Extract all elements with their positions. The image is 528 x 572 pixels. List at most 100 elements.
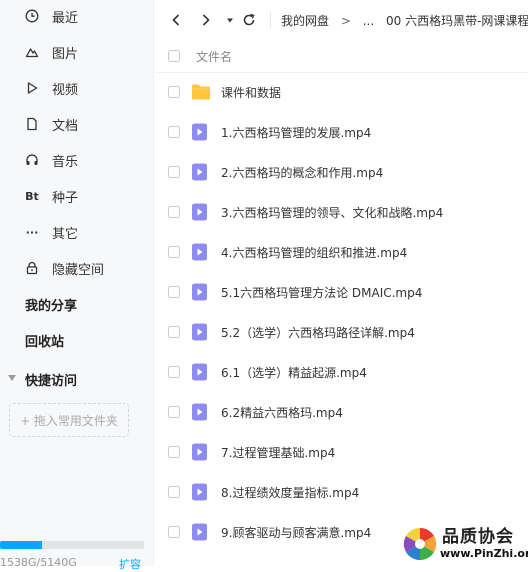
file-name[interactable]: 2.六西格玛的概念和作用.mp4 [221, 164, 383, 181]
sidebar-item-torrents[interactable]: Bt 种子 [0, 178, 154, 214]
file-name[interactable]: 9.顾客驱动与顾客满意.mp4 [221, 524, 371, 541]
file-browser: 我的网盘 > ... 00 六西格玛黑带-网课课程（6 文件名 课件和数据 1.六… [155, 0, 528, 566]
breadcrumb: 我的网盘 > ... 00 六西格玛黑带-网课课程（6 [281, 12, 528, 29]
video-file-icon [191, 363, 211, 381]
row-checkbox[interactable] [168, 486, 180, 498]
sidebar-item-label: 隐藏空间 [52, 262, 105, 278]
sidebar-item-my-share[interactable]: 我的分享 [0, 286, 154, 322]
image-icon [24, 44, 40, 60]
select-all-checkbox[interactable] [168, 50, 180, 62]
sidebar-item-label: 种子 [52, 190, 79, 206]
file-row[interactable]: 5.1六西格玛管理方法论 DMAIC.mp4 [155, 272, 528, 312]
file-row[interactable]: 3.六西格玛管理的领导、文化和战略.mp4 [155, 192, 528, 232]
breadcrumb-ellipsis[interactable]: ... [363, 14, 374, 28]
file-row[interactable]: 5.2（选学）六西格玛路径详解.mp4 [155, 312, 528, 352]
watermark-logo [403, 527, 437, 561]
file-row[interactable]: 8.过程绩效度量指标.mp4 [155, 472, 528, 512]
row-checkbox[interactable] [168, 126, 180, 138]
forward-button[interactable] [197, 11, 215, 29]
storage-fill [0, 541, 42, 549]
video-file-icon [191, 163, 211, 181]
folder-row[interactable]: 课件和数据 [155, 72, 528, 112]
watermark-title: 品质协会 [442, 527, 514, 547]
sidebar-item-label: 我的分享 [25, 298, 78, 314]
refresh-icon[interactable] [240, 11, 258, 29]
sidebar-item-label: 图片 [52, 46, 79, 62]
file-name[interactable]: 7.过程管理基础.mp4 [221, 444, 335, 461]
video-file-icon [191, 203, 211, 221]
video-file-icon [191, 443, 211, 461]
sidebar-item-videos[interactable]: 视频 [0, 70, 154, 106]
file-name[interactable]: 8.过程绩效度量指标.mp4 [221, 484, 359, 501]
sidebar-item-images[interactable]: 图片 [0, 34, 154, 70]
video-file-icon [191, 483, 211, 501]
row-checkbox[interactable] [168, 86, 180, 98]
video-file-icon [191, 403, 211, 421]
storage-usage: 1538G/5140G [0, 556, 77, 569]
folder-icon [191, 83, 211, 101]
row-checkbox[interactable] [168, 246, 180, 258]
quick-access-header[interactable]: 快捷访问 [0, 366, 154, 392]
sidebar-item-other[interactable]: ··· 其它 [0, 214, 154, 250]
quick-access-drop-zone[interactable]: + 拖入常用文件夹 [9, 403, 129, 437]
sidebar-item-label: 文档 [52, 118, 79, 134]
sidebar-item-recent[interactable]: 最近 [0, 0, 154, 34]
file-name[interactable]: 6.2精益六西格玛.mp4 [221, 404, 343, 421]
document-icon [24, 116, 40, 132]
row-checkbox[interactable] [168, 526, 180, 538]
row-checkbox[interactable] [168, 286, 180, 298]
row-checkbox[interactable] [168, 406, 180, 418]
video-file-icon [191, 523, 211, 541]
clock-icon [24, 8, 40, 24]
file-row[interactable]: 6.1（选学）精益起源.mp4 [155, 352, 528, 392]
file-row[interactable]: 1.六西格玛管理的发展.mp4 [155, 112, 528, 152]
row-checkbox[interactable] [168, 326, 180, 338]
lock-icon [24, 260, 40, 276]
sidebar-item-recycle-bin[interactable]: 回收站 [0, 322, 154, 358]
more-icon: ··· [25, 225, 39, 239]
toolbar-divider [270, 12, 271, 28]
file-name[interactable]: 3.六西格玛管理的领导、文化和战略.mp4 [221, 204, 443, 221]
quick-access-label: 快捷访问 [25, 373, 78, 389]
file-name[interactable]: 5.1六西格玛管理方法论 DMAIC.mp4 [221, 284, 422, 301]
sidebar: 最近 图片 视频 文档 音乐 Bt 种子 ··· 其它 隐藏空间 我的分享 回收… [0, 0, 154, 571]
file-row[interactable]: 7.过程管理基础.mp4 [155, 432, 528, 472]
sidebar-item-label: 回收站 [25, 334, 65, 350]
file-name[interactable]: 1.六西格玛管理的发展.mp4 [221, 124, 371, 141]
file-name[interactable]: 6.1（选学）精益起源.mp4 [221, 364, 367, 381]
sidebar-item-label: 最近 [52, 10, 79, 26]
expand-storage-link[interactable]: 扩容 [119, 556, 141, 572]
headphones-icon [24, 152, 40, 168]
back-button[interactable] [167, 11, 185, 29]
file-name[interactable]: 5.2（选学）六西格玛路径详解.mp4 [221, 324, 415, 341]
video-file-icon [191, 323, 211, 341]
row-checkbox[interactable] [168, 366, 180, 378]
watermark-url: www.PinZhi.org [440, 547, 528, 560]
sidebar-item-label: 视频 [52, 82, 79, 98]
row-checkbox[interactable] [168, 166, 180, 178]
file-name[interactable]: 课件和数据 [221, 84, 281, 101]
file-row[interactable]: 6.2精益六西格玛.mp4 [155, 392, 528, 432]
sidebar-item-label: 音乐 [52, 154, 79, 170]
video-file-icon [191, 123, 211, 141]
video-file-icon [191, 283, 211, 301]
watermark: 品质协会 www.PinZhi.org [402, 520, 528, 566]
breadcrumb-root[interactable]: 我的网盘 [281, 14, 329, 28]
toolbar: 我的网盘 > ... 00 六西格玛黑带-网课课程（6 [155, 0, 528, 40]
video-file-icon [191, 243, 211, 261]
column-title-filename[interactable]: 文件名 [196, 48, 232, 65]
row-checkbox[interactable] [168, 446, 180, 458]
play-icon [24, 80, 40, 96]
file-row[interactable]: 2.六西格玛的概念和作用.mp4 [155, 152, 528, 192]
storage-bar [0, 541, 144, 549]
row-checkbox[interactable] [168, 206, 180, 218]
sidebar-item-music[interactable]: 音乐 [0, 142, 154, 178]
sidebar-item-documents[interactable]: 文档 [0, 106, 154, 142]
sidebar-item-hidden-space[interactable]: 隐藏空间 [0, 250, 154, 286]
breadcrumb-separator: > [340, 14, 351, 28]
history-dropdown-button[interactable] [221, 11, 239, 29]
chevron-down-icon [8, 375, 16, 381]
file-row[interactable]: 4.六西格玛管理的组织和推进.mp4 [155, 232, 528, 272]
file-name[interactable]: 4.六西格玛管理的组织和推进.mp4 [221, 244, 407, 261]
sidebar-item-label: 其它 [52, 226, 79, 242]
